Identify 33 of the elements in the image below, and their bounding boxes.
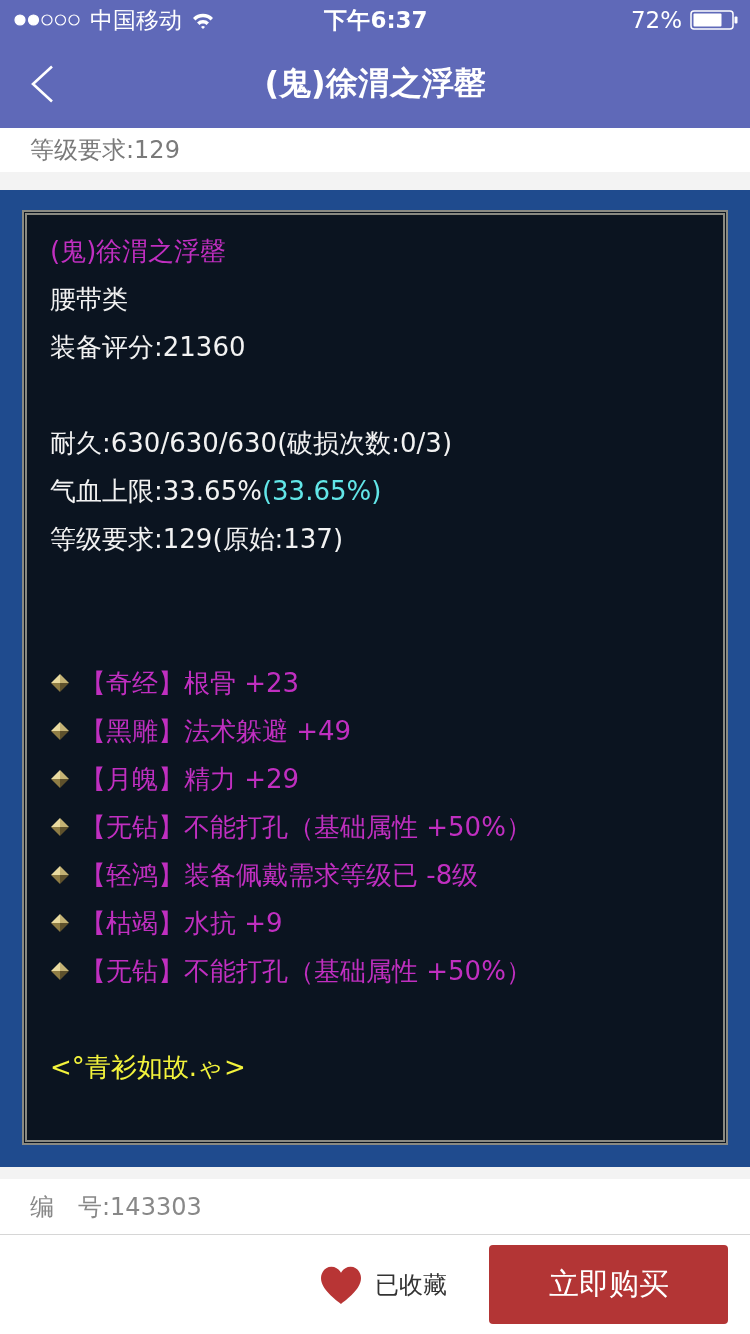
diamond-icon [50,769,70,789]
favorite-button[interactable]: 已收藏 [319,1264,447,1305]
back-icon [30,65,54,103]
item-name: (鬼)徐渭之浮罄 [50,234,227,268]
effect-text: 【无钻】不能打孔（基础属性 +50%） [80,810,532,844]
clock-text: 下午6:37 [324,5,428,35]
battery-text: 72% [630,7,682,33]
diamond-icon [50,817,70,837]
diamond-icon [50,673,70,693]
effect-text: 【轻鸿】装备佩戴需求等级已 -8级 [80,858,479,892]
summary-text: 等级要求:129 [30,135,180,166]
effect-text: 【无钻】不能打孔（基础属性 +50%） [80,954,532,988]
item-detail-text: 腰带类 [50,282,128,316]
effect-text: 【枯竭】水抗 +9 [80,906,283,940]
battery-icon [690,10,738,30]
effect-text: 【奇经】根骨 +23 [80,666,300,700]
item-detail-text: 等级要求:129(原始:137) [50,522,344,556]
wifi-icon [192,11,214,29]
signal-icon [14,14,80,26]
buy-button[interactable]: 立即购买 [489,1245,728,1324]
diamond-icon [50,865,70,885]
diamond-icon [50,961,70,981]
page-title: (鬼)徐渭之浮罄 [263,63,487,104]
item-detail-text: 装备评分:21360 [50,330,246,364]
carrier-text: 中国移动 [90,5,182,35]
effect-text: 【月魄】精力 +29 [80,762,300,796]
diamond-icon [50,913,70,933]
signature-text: <°青衫如故.ゃ> [50,1050,246,1084]
diamond-icon [50,721,70,741]
serial-text: 编 号:143303 [30,1191,202,1223]
effect-text: 【黑雕】法术躲避 +49 [80,714,352,748]
stat-text: 气血上限:33.65%(33.65%) [50,474,382,508]
item-detail-text: 耐久:630/630/630(破损次数:0/3) [50,426,453,460]
